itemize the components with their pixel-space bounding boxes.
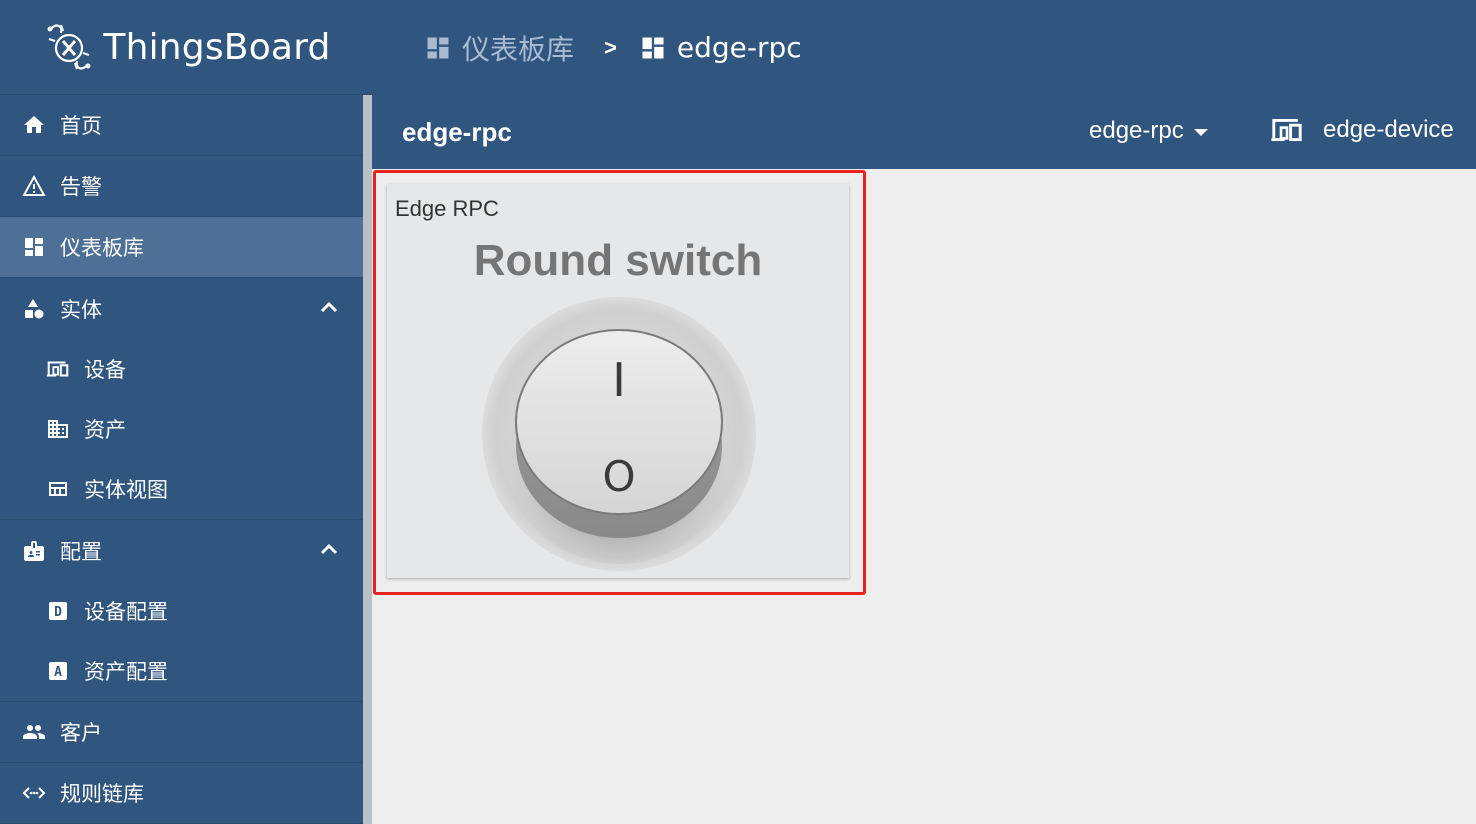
state-select-value: edge-rpc (1089, 117, 1184, 144)
sidebar-item-label: 实体视图 (84, 478, 168, 502)
dashboard-title: edge-rpc (402, 117, 512, 147)
sidebar-item-alarms[interactable]: 告警 (0, 156, 363, 217)
switch-title: Round switch (473, 236, 763, 285)
chevron-up-icon[interactable] (317, 538, 341, 562)
home-icon (21, 112, 47, 138)
entity-alias-value: edge-device (1323, 116, 1454, 143)
sidebar-item-devices[interactable]: 设备 (0, 339, 363, 399)
sidebar-item-label: 首页 (60, 114, 102, 138)
profiles-icon (21, 538, 47, 564)
breadcrumb-separator: > (604, 34, 617, 60)
sidebar-item-home[interactable]: 首页 (0, 95, 363, 156)
logo[interactable]: ThingsBoard (0, 0, 372, 95)
warning-icon (21, 173, 47, 199)
devices-icon (1271, 118, 1302, 142)
app-name: ThingsBoard (103, 26, 331, 68)
breadcrumb-label: 仪表板库 (462, 32, 575, 66)
sidebar-item-profiles[interactable]: 配置 (0, 520, 363, 581)
dropdown-caret-icon (1193, 128, 1208, 136)
svg-text:D: D (54, 605, 62, 620)
switch-off-label: O (602, 452, 635, 501)
sidebar-nav: 首页 告警 仪表板库 实体 设备 资产 实体视图 配置 D 设备配置 A 资产配… (0, 95, 363, 824)
thingsboard-logo-icon (47, 24, 91, 70)
widget-edge-rpc: Edge RPC Round switch I O (387, 184, 849, 578)
dashboard-icon (21, 234, 47, 260)
top-header: 仪表板库 > edge-rpc (372, 0, 1476, 95)
dashboard-state-select[interactable]: edge-rpc (1089, 117, 1208, 145)
sidebar-item-entities[interactable]: 实体 (0, 278, 363, 339)
sidebar-item-label: 客户 (60, 721, 102, 745)
dashboard-toolbar: edge-rpc edge-rpc edge-device (372, 95, 1476, 169)
device-profile-icon: D (45, 598, 71, 624)
sidebar-item-label: 规则链库 (60, 782, 144, 806)
entity-alias-select[interactable]: edge-device (1269, 115, 1454, 145)
sidebar-scrollbar[interactable] (363, 95, 372, 824)
entity-view-icon (45, 476, 71, 502)
devices-icon (45, 356, 71, 382)
sidebar-item-dashboards[interactable]: 仪表板库 (0, 217, 363, 278)
breadcrumb-dashboards[interactable]: 仪表板库 (424, 28, 574, 68)
rule-chain-icon (21, 780, 47, 806)
sidebar-item-label: 告警 (60, 175, 102, 199)
chevron-up-icon[interactable] (317, 296, 341, 320)
breadcrumb-current: edge-rpc (639, 31, 802, 64)
entities-icon (21, 296, 47, 322)
sidebar-item-asset-profiles[interactable]: A 资产配置 (0, 641, 363, 702)
assets-icon (45, 416, 71, 442)
sidebar-item-label: 配置 (60, 539, 102, 564)
svg-text:A: A (54, 665, 62, 680)
widget-title: Edge RPC (395, 196, 499, 221)
sidebar-item-rule-chains[interactable]: 规则链库 (0, 763, 363, 824)
dashboard-icon (642, 37, 664, 58)
sidebar-item-label: 资产配置 (84, 660, 168, 684)
sidebar-item-label: 仪表板库 (60, 236, 144, 260)
breadcrumb-label: edge-rpc (676, 31, 802, 64)
sidebar-item-label: 实体 (60, 297, 102, 322)
sidebar-item-label: 设备 (84, 358, 126, 382)
round-switch[interactable]: I O (481, 296, 757, 572)
sidebar-item-label: 设备配置 (84, 600, 168, 624)
sidebar-item-assets[interactable]: 资产 (0, 399, 363, 459)
sidebar-item-entity-views[interactable]: 实体视图 (0, 459, 363, 520)
dashboard-icon (427, 37, 449, 58)
sidebar: ThingsBoard 首页 告警 仪表板库 实体 设备 资产 实体视图 配置 … (0, 0, 372, 824)
sidebar-item-label: 资产 (84, 418, 126, 442)
asset-profile-icon: A (45, 658, 71, 684)
switch-on-label: I (612, 353, 626, 407)
customers-icon (21, 719, 47, 745)
sidebar-item-customers[interactable]: 客户 (0, 702, 363, 763)
sidebar-item-device-profiles[interactable]: D 设备配置 (0, 581, 363, 641)
